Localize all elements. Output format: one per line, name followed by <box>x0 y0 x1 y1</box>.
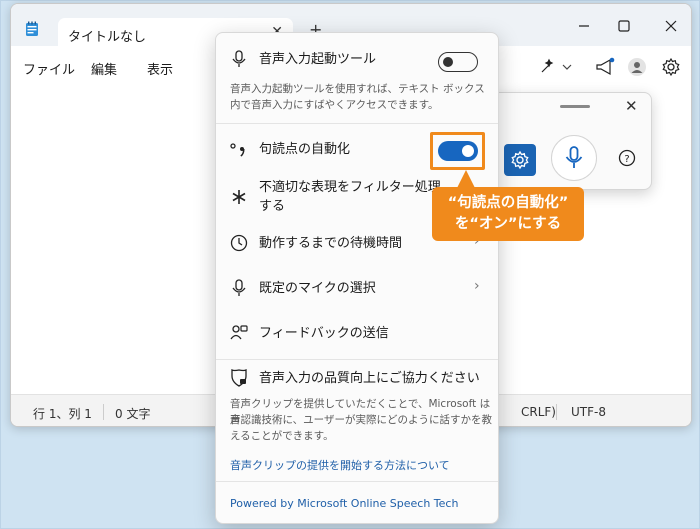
help-glyph: ? <box>624 154 629 165</box>
voice-settings-button[interactable] <box>504 144 536 176</box>
cursor-position: 行 1、列 1 <box>33 407 92 421</box>
tab-title: タイトルなし <box>68 30 147 45</box>
notepad-app-icon <box>26 21 38 36</box>
help-icon[interactable]: ? <box>618 149 636 167</box>
launcher-description: 内で音声入力にすばやくアクセスできます。 <box>230 99 439 111</box>
microphone-icon <box>232 50 246 67</box>
menu-edit[interactable]: 編集 <box>91 59 117 78</box>
profile-avatar-icon[interactable] <box>627 57 647 77</box>
microphone-button[interactable] <box>551 135 597 181</box>
microphone-icon <box>232 279 246 296</box>
launcher-label: 音声入力起動ツール <box>259 52 377 67</box>
mic-select-label[interactable]: 既定のマイクの選択 <box>259 279 376 298</box>
launcher-toggle[interactable] <box>438 52 478 72</box>
punctuation-icon <box>230 143 245 157</box>
annotation-callout: “句読点の自動化” を“オン”にする <box>432 187 584 241</box>
chevron-right-icon[interactable]: › <box>474 278 480 294</box>
lock-shield-icon <box>231 368 247 387</box>
quality-description: えることができます。 <box>230 430 334 442</box>
feedback-icon <box>230 325 248 340</box>
punctuation-label: 句読点の自動化 <box>259 142 351 157</box>
line-ending[interactable]: CRLF) <box>521 405 556 419</box>
announcement-icon[interactable] <box>594 57 616 77</box>
divider <box>216 359 498 360</box>
callout-pointer <box>457 170 475 188</box>
quality-description: 声認識技術に、ユーザーが実際にどのように話すかを教 <box>230 414 492 426</box>
divider <box>216 123 498 124</box>
settings-gear-icon <box>511 150 529 170</box>
maximize-icon[interactable] <box>614 16 634 36</box>
asterisk-icon <box>232 190 246 204</box>
voice-clip-info-link[interactable]: 音声クリップの提供を開始する方法について <box>230 457 450 473</box>
filter-label: 不適切な表現をフィルター処理 <box>259 180 441 195</box>
drag-handle[interactable] <box>560 105 590 108</box>
launcher-description: 音声入力起動ツールを使用すれば、テキスト ボックス <box>230 83 485 95</box>
highlight-box <box>430 132 485 170</box>
status-divider <box>556 404 557 420</box>
toggle-knob <box>443 56 453 67</box>
voice-bar-close-icon[interactable]: ✕ <box>625 97 638 115</box>
clock-timer-icon <box>230 234 248 252</box>
feedback-label[interactable]: フィードバックの送信 <box>259 324 389 343</box>
status-divider <box>103 404 104 420</box>
powered-by-link[interactable]: Powered by Microsoft Online Speech Tech <box>230 497 458 510</box>
wait-time-label[interactable]: 動作するまでの待機時間 <box>259 234 402 253</box>
encoding[interactable]: UTF-8 <box>571 405 606 419</box>
quality-label: 音声入力の品質向上にご協力ください <box>259 371 480 386</box>
menu-view[interactable]: 表示 <box>147 59 173 78</box>
callout-line-2: を“オン”にする <box>454 216 562 232</box>
minimize-icon[interactable] <box>574 16 594 36</box>
settings-gear-icon[interactable] <box>661 57 681 77</box>
copilot-rewrite-icon[interactable] <box>539 57 577 77</box>
menu-file[interactable]: ファイル <box>23 59 75 78</box>
microphone-icon <box>565 146 583 168</box>
voice-settings-flyout: 音声入力起動ツール 音声入力起動ツールを使用すれば、テキスト ボックス 内で音声… <box>215 32 499 524</box>
filter-label-cont: する <box>259 199 286 214</box>
divider <box>216 481 498 482</box>
character-count: 0 文字 <box>115 407 151 421</box>
callout-line-1: “句読点の自動化” <box>447 195 569 211</box>
window-close-icon[interactable] <box>661 16 681 36</box>
